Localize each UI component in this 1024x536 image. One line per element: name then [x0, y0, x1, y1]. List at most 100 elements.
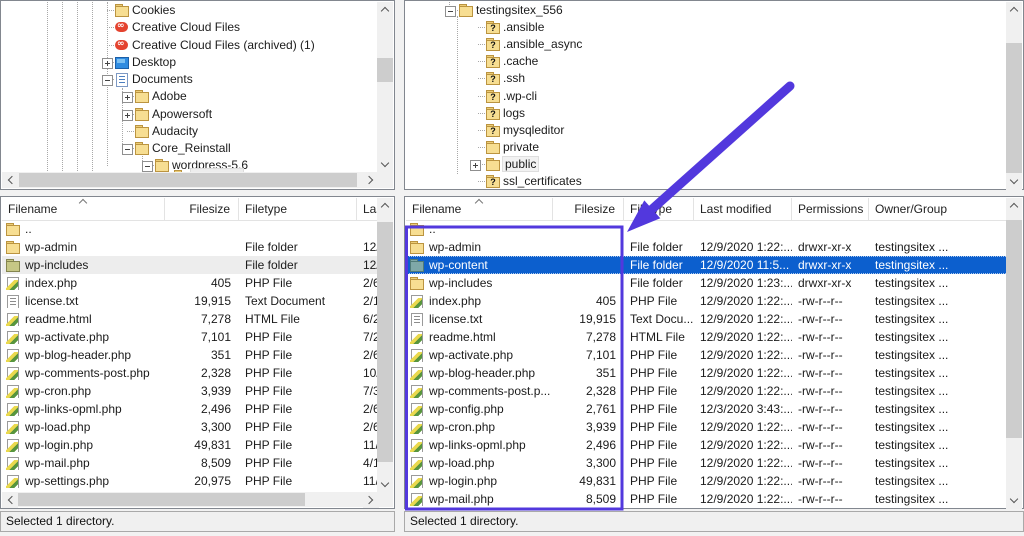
scroll-left-button[interactable] — [2, 172, 18, 188]
tree-item-cache[interactable]: .cache — [406, 53, 1007, 70]
scrollbar-thumb[interactable] — [377, 58, 393, 82]
tree-item-cookies[interactable]: Cookies — [2, 2, 378, 19]
file-row-wp-config-php[interactable]: wp-config.php2,761PHP File12/3/2020 3:43… — [406, 400, 1008, 418]
file-row-wp-comments-post-p[interactable]: wp-comments-post.p...2,328PHP File12/9/2… — [406, 382, 1008, 400]
file-row-wp-settings-php[interactable]: wp-settings.php20,975PHP File11/1 — [2, 472, 378, 490]
remote-tree-vertical-scrollbar[interactable] — [1006, 2, 1022, 190]
tree-item-wp-cli[interactable]: .wp-cli — [406, 88, 1007, 105]
file-edit-icon — [6, 349, 21, 362]
file-row-license-txt[interactable]: license.txt19,915Text Document2/12 — [2, 292, 378, 310]
local-tree-vertical-scrollbar[interactable] — [377, 2, 393, 173]
scroll-up-button[interactable] — [377, 198, 393, 214]
remote-list-vertical-scrollbar[interactable] — [1006, 198, 1022, 509]
tree-item-testingsitex-556[interactable]: testingsitex_556 — [406, 2, 1007, 19]
scrollbar-thumb[interactable] — [19, 173, 357, 187]
scroll-up-button[interactable] — [1006, 2, 1022, 18]
file-row-readme-html[interactable]: readme.html7,278HTML File12/9/2020 1:22:… — [406, 328, 1008, 346]
file-row-wp-login-php[interactable]: wp-login.php49,831PHP File11/9 — [2, 436, 378, 454]
file-row-wp-cron-php[interactable]: wp-cron.php3,939PHP File7/30 — [2, 382, 378, 400]
file-row-wp-links-opml-php[interactable]: wp-links-opml.php2,496PHP File12/9/2020 … — [406, 436, 1008, 454]
tree-item-apowersoft[interactable]: Apowersoft — [2, 106, 378, 123]
cell-size: 351 — [165, 348, 239, 362]
folder-icon — [459, 4, 474, 17]
column-header-last[interactable]: Last — [357, 198, 378, 220]
column-header-filesize[interactable]: Filesize — [165, 198, 239, 220]
folder-question-icon — [486, 124, 501, 137]
file-row-wp-mail-php[interactable]: wp-mail.php8,509PHP File12/9/2020 1:22:.… — [406, 490, 1008, 508]
file-row-wp-includes[interactable]: wp-includesFile folder12/9/2020 1:23:...… — [406, 274, 1008, 292]
expand-icon[interactable] — [102, 58, 113, 69]
column-header-filetype[interactable]: Filetype — [239, 198, 357, 220]
file-row-wp-admin[interactable]: wp-adminFile folder12/9/2020 1:22:...drw… — [406, 238, 1008, 256]
tree-item-public[interactable]: public — [406, 156, 1007, 173]
scrollbar-thumb[interactable] — [1006, 43, 1022, 173]
file-row-wp-activate-php[interactable]: wp-activate.php7,101PHP File12/9/2020 1:… — [406, 346, 1008, 364]
expand-icon[interactable] — [122, 110, 133, 121]
file-row-wp-login-php[interactable]: wp-login.php49,831PHP File12/9/2020 1:22… — [406, 472, 1008, 490]
file-row-wp-activate-php[interactable]: wp-activate.php7,101PHP File7/28 — [2, 328, 378, 346]
file-row-readme-html[interactable]: readme.html7,278HTML File6/26 — [2, 310, 378, 328]
tree-item-ansible-async[interactable]: .ansible_async — [406, 36, 1007, 53]
file-row-wp-blog-header-php[interactable]: wp-blog-header.php351PHP File12/9/2020 1… — [406, 364, 1008, 382]
column-header-filesize[interactable]: Filesize — [553, 198, 624, 220]
filename-label: wp-mail.php — [429, 492, 494, 506]
file-row-wp-content[interactable]: wp-contentFile folder12/9/2020 11:5...dr… — [406, 256, 1008, 274]
file-row-item[interactable]: .. — [406, 220, 1008, 238]
column-header-filename[interactable]: Filename — [2, 198, 165, 220]
tree-item-creative-cloud-files-archived-1[interactable]: Creative Cloud Files (archived) (1) — [2, 37, 378, 54]
file-row-wp-cron-php[interactable]: wp-cron.php3,939PHP File12/9/2020 1:22:.… — [406, 418, 1008, 436]
column-header-filetype[interactable]: Filetype — [624, 198, 694, 220]
column-header-filename[interactable]: Filename — [406, 198, 553, 220]
tree-item-audacity[interactable]: Audacity — [2, 123, 378, 140]
collapse-icon[interactable] — [445, 6, 456, 17]
cell-size: 7,101 — [553, 348, 624, 362]
file-row-wp-comments-post-php[interactable]: wp-comments-post.php2,328PHP File10/8 — [2, 364, 378, 382]
local-tree-horizontal-scrollbar[interactable] — [2, 172, 379, 188]
collapse-icon[interactable] — [122, 144, 133, 155]
scroll-down-button[interactable] — [1006, 174, 1022, 190]
filename-label: wp-comments-post.p... — [429, 384, 550, 398]
tree-item-private[interactable]: private — [406, 139, 1007, 156]
file-row-wp-load-php[interactable]: wp-load.php3,300PHP File2/6/ — [2, 418, 378, 436]
expand-icon[interactable] — [470, 160, 481, 171]
file-row-wp-mail-php[interactable]: wp-mail.php8,509PHP File4/14 — [2, 454, 378, 472]
file-row-wp-admin[interactable]: wp-adminFile folder12/9 — [2, 238, 378, 256]
file-row-wp-blog-header-php[interactable]: wp-blog-header.php351PHP File2/6/ — [2, 346, 378, 364]
tree-item-desktop[interactable]: Desktop — [2, 54, 378, 71]
file-row-index-php[interactable]: index.php405PHP File12/9/2020 1:22:...-r… — [406, 292, 1008, 310]
scrollbar-thumb[interactable] — [1006, 220, 1022, 438]
tree-item-adobe[interactable]: Adobe — [2, 88, 378, 105]
scroll-up-button[interactable] — [377, 2, 393, 18]
column-header-last-modified[interactable]: Last modified — [694, 198, 792, 220]
file-row-license-txt[interactable]: license.txt19,915Text Docu...12/9/2020 1… — [406, 310, 1008, 328]
file-row-item[interactable]: .. — [2, 220, 378, 238]
file-row-wp-includes[interactable]: wp-includesFile folder12/9 — [2, 256, 378, 274]
tree-item-documents[interactable]: Documents — [2, 71, 378, 88]
cell-name: wp-login.php — [2, 438, 165, 452]
sort-ascending-icon — [475, 199, 483, 207]
local-list-vertical-scrollbar[interactable] — [377, 198, 393, 493]
tree-item-ssh[interactable]: .ssh — [406, 70, 1007, 87]
scroll-down-button[interactable] — [1006, 493, 1022, 509]
scroll-up-button[interactable] — [1006, 198, 1022, 214]
column-header-permissions[interactable]: Permissions — [792, 198, 869, 220]
scroll-down-button[interactable] — [377, 157, 393, 173]
tree-item-creative-cloud-files[interactable]: Creative Cloud Files — [2, 19, 378, 36]
scrollbar-thumb[interactable] — [18, 493, 305, 506]
tree-item-ansible[interactable]: .ansible — [406, 19, 1007, 36]
tree-item-logs[interactable]: logs — [406, 105, 1007, 122]
scrollbar-thumb[interactable] — [377, 222, 393, 462]
file-row-wp-load-php[interactable]: wp-load.php3,300PHP File12/9/2020 1:22:.… — [406, 454, 1008, 472]
local-list-horizontal-scrollbar[interactable] — [2, 492, 379, 507]
collapse-icon[interactable] — [102, 75, 113, 86]
tree-item-core-reinstall[interactable]: Core_Reinstall — [2, 140, 378, 157]
expand-icon[interactable] — [122, 92, 133, 103]
filename-label: wp-links-opml.php — [429, 438, 526, 452]
cell-owner: testingsitex ... — [869, 312, 1008, 326]
file-row-index-php[interactable]: index.php405PHP File2/6/ — [2, 274, 378, 292]
column-header-owner-group[interactable]: Owner/Group — [869, 198, 1008, 220]
tree-item-ssl-certificates[interactable]: ssl_certificates — [406, 173, 1007, 188]
file-row-wp-links-opml-php[interactable]: wp-links-opml.php2,496PHP File2/6/ — [2, 400, 378, 418]
scroll-left-button[interactable] — [2, 492, 18, 508]
tree-item-mysqleditor[interactable]: mysqleditor — [406, 122, 1007, 139]
